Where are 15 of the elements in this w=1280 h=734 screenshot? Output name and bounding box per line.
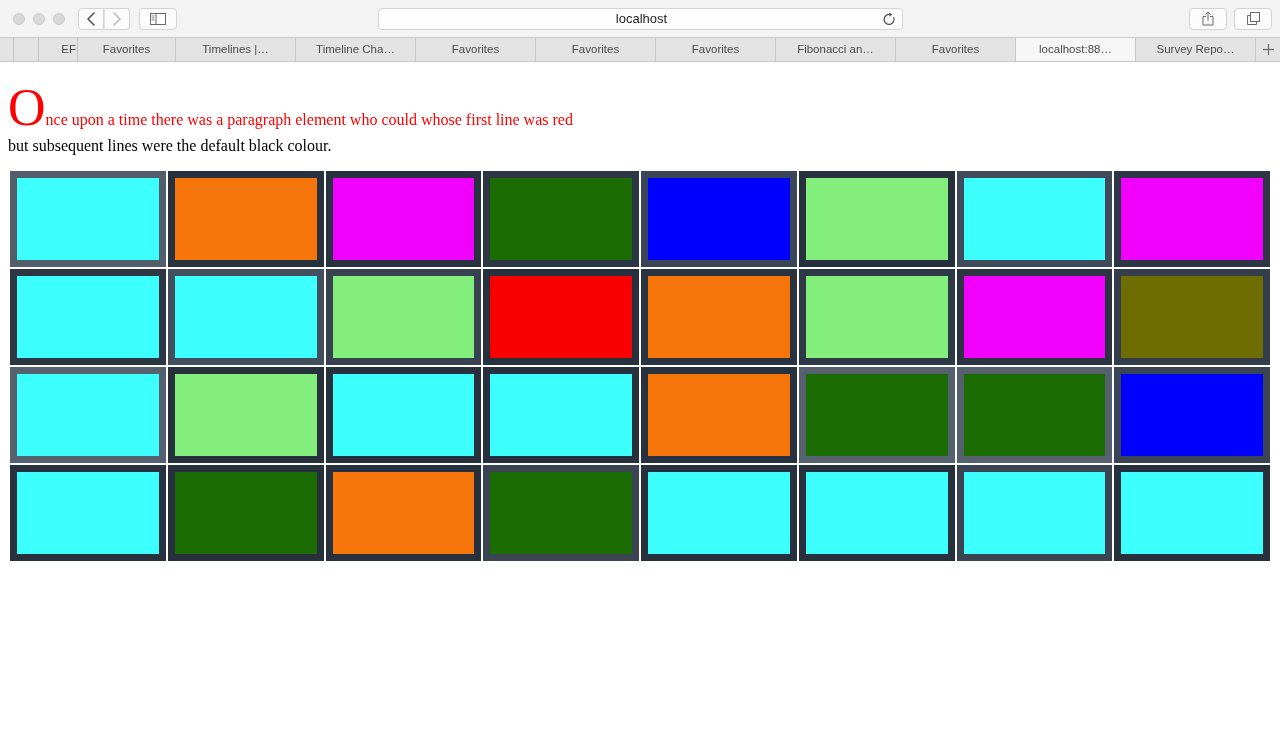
sidebar-icon [150,12,166,25]
tab-overview-button[interactable] [1234,7,1272,30]
chevron-left-icon [87,11,95,26]
tab[interactable]: EF [38,38,77,61]
share-button[interactable] [1189,7,1227,30]
plus-icon [1262,44,1274,55]
reload-icon[interactable] [882,11,896,26]
overlapping-squares-icon [1246,12,1260,25]
address-field[interactable]: localhost [377,7,903,30]
back-button[interactable] [78,7,104,30]
paragraph: Once upon a time there was a paragraph element who could whose first line was red but subsequent lines were the default black colour. [8,78,574,155]
tab[interactable]: localhost:88… [1015,38,1135,61]
sidebar-button[interactable] [139,7,177,30]
share-icon [1202,11,1214,26]
chevron-right-icon [113,11,121,26]
